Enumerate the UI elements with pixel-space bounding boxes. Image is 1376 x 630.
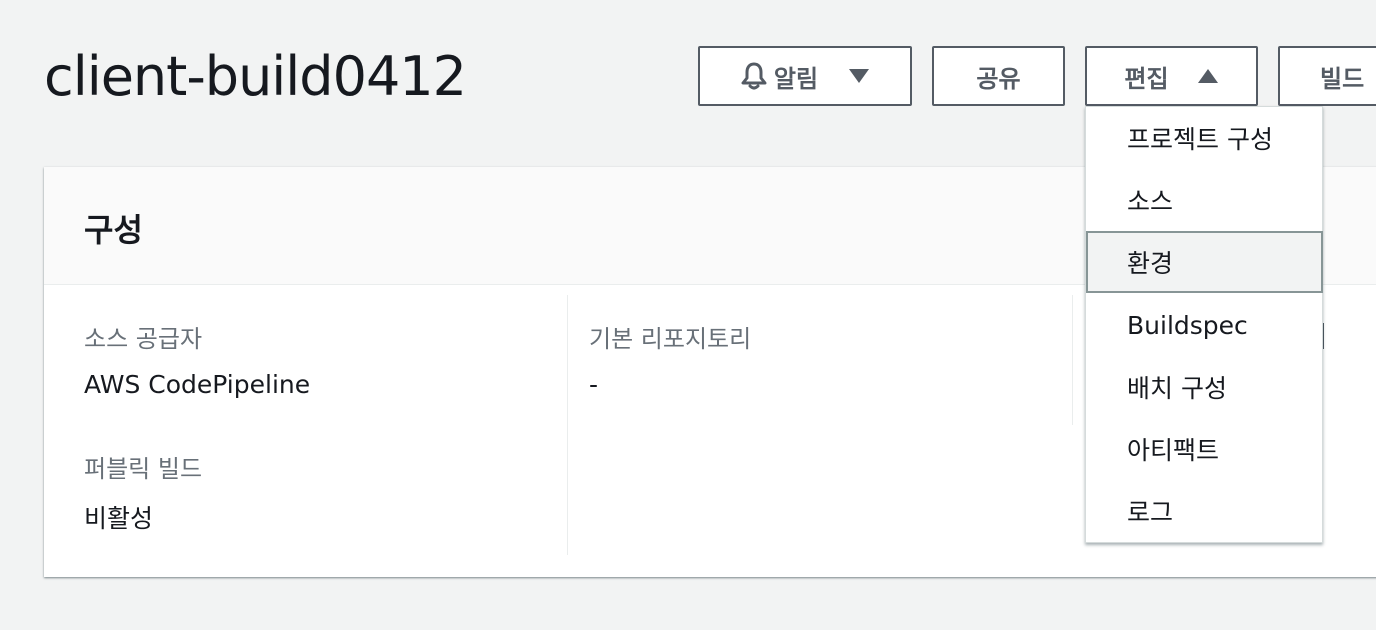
menu-item-artifacts[interactable]: 아티팩트 xyxy=(1086,418,1322,480)
column-divider xyxy=(1072,295,1073,425)
page: client-build0412 알림 공유 편집 빌드 구성 소스 공급자 A… xyxy=(0,0,1376,630)
menu-item-logs[interactable]: 로그 xyxy=(1086,480,1322,542)
primary-repository-value: - xyxy=(589,370,599,399)
public-build-value: 비활성 xyxy=(84,504,154,533)
source-provider-value: AWS CodePipeline xyxy=(84,370,311,399)
build-button-label: 빌드 xyxy=(1320,64,1365,93)
menu-item-batch-config[interactable]: 배치 구성 xyxy=(1086,356,1322,418)
menu-item-source[interactable]: 소스 xyxy=(1086,169,1322,231)
panel-title: 구성 xyxy=(84,211,143,249)
notify-button[interactable]: 알림 xyxy=(698,46,912,106)
edit-dropdown-menu: 프로젝트 구성 소스 환경 Buildspec 배치 구성 아티팩트 로그 xyxy=(1085,106,1323,543)
public-build-label: 퍼블릭 빌드 xyxy=(84,455,203,483)
primary-repository-label: 기본 리포지토리 xyxy=(589,325,752,353)
column-divider xyxy=(567,295,568,555)
menu-item-environment[interactable]: 환경 xyxy=(1086,231,1323,293)
page-title: client-build0412 xyxy=(44,45,467,108)
caret-down-icon xyxy=(848,68,870,84)
caret-up-icon xyxy=(1197,68,1219,84)
share-button-label: 공유 xyxy=(976,64,1021,93)
share-button[interactable]: 공유 xyxy=(932,46,1065,106)
build-button[interactable]: 빌드 xyxy=(1278,46,1376,106)
edit-button-label: 편집 xyxy=(1124,64,1169,93)
notify-button-label: 알림 xyxy=(773,64,819,93)
source-provider-label: 소스 공급자 xyxy=(84,325,203,353)
bell-icon xyxy=(740,61,768,91)
menu-item-project-config[interactable]: 프로젝트 구성 xyxy=(1086,107,1322,169)
edit-button[interactable]: 편집 xyxy=(1085,46,1258,106)
menu-item-buildspec[interactable]: Buildspec xyxy=(1086,294,1322,356)
